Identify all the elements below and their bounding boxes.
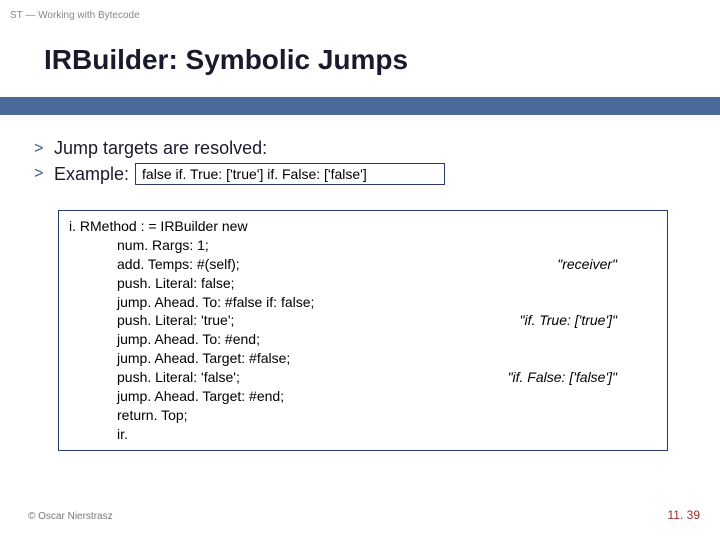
code-text: push. Literal: 'true'; <box>117 311 234 330</box>
code-text: jump. Ahead. Target: #end; <box>117 387 284 406</box>
code-line: jump. Ahead. To: #end; <box>69 330 657 349</box>
bullet-row-1: > Jump targets are resolved: <box>34 138 684 159</box>
header-label: ST — Working with Bytecode <box>10 10 140 21</box>
page-number: 11. 39 <box>668 508 700 522</box>
code-comment: "if. False: ['false']" <box>508 368 657 387</box>
code-text: num. Rargs: 1; <box>117 236 209 255</box>
code-block: i. RMethod : = IRBuilder new num. Rargs:… <box>58 210 668 451</box>
code-text: push. Literal: false; <box>117 274 235 293</box>
bullet-row-2: > Example: false if. True: ['true'] if. … <box>34 163 684 185</box>
page-title: IRBuilder: Symbolic Jumps <box>44 44 408 76</box>
code-line: push. Literal: 'false'; "if. False: ['fal… <box>69 368 657 387</box>
code-line: num. Rargs: 1; <box>69 236 657 255</box>
inline-code-box: false if. True: ['true'] if. False: ['fa… <box>135 163 445 185</box>
bullet-text-1: Jump targets are resolved: <box>54 138 267 159</box>
code-text: add. Temps: #(self); <box>117 255 240 274</box>
code-line: push. Literal: 'true'; "if. True: ['true'… <box>69 311 657 330</box>
footer-copyright: © Oscar Nierstrasz <box>28 511 113 522</box>
code-comment: "receiver" <box>557 255 657 274</box>
code-text: push. Literal: 'false'; <box>117 368 240 387</box>
code-line: i. RMethod : = IRBuilder new <box>69 217 657 236</box>
code-text: jump. Ahead. To: #false if: false; <box>117 293 314 312</box>
code-line: ir. <box>69 425 657 444</box>
title-underline-bar <box>0 97 720 115</box>
bullet-marker: > <box>34 140 54 158</box>
code-text: return. Top; <box>117 406 188 425</box>
bullet-list: > Jump targets are resolved: > Example: … <box>34 138 684 189</box>
code-text: ir. <box>117 425 128 444</box>
code-text: i. RMethod : = IRBuilder new <box>69 217 248 236</box>
code-comment: "if. True: ['true']" <box>520 311 658 330</box>
code-line: push. Literal: false; <box>69 274 657 293</box>
code-line: add. Temps: #(self); "receiver" <box>69 255 657 274</box>
code-line: return. Top; <box>69 406 657 425</box>
bullet-text-2: Example: <box>54 164 129 185</box>
code-line: jump. Ahead. To: #false if: false; <box>69 293 657 312</box>
bullet-marker: > <box>34 165 54 183</box>
code-text: jump. Ahead. To: #end; <box>117 330 260 349</box>
code-text: jump. Ahead. Target: #false; <box>117 349 290 368</box>
code-line: jump. Ahead. Target: #end; <box>69 387 657 406</box>
code-line: jump. Ahead. Target: #false; <box>69 349 657 368</box>
